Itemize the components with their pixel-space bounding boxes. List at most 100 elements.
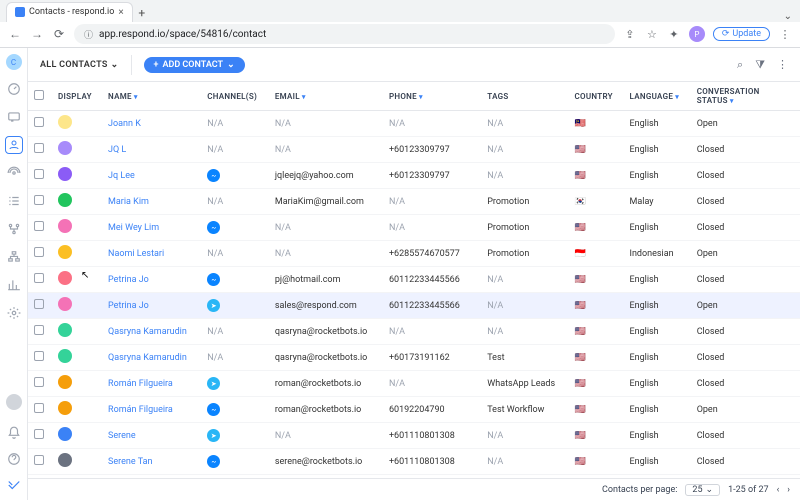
table-row[interactable]: Qasryna KamarudinN/Aqasryna@rocketbots.i… [28,345,800,371]
reports-icon[interactable] [5,276,23,294]
share-icon[interactable]: ⇪ [623,27,637,41]
table-row[interactable]: Qasryna KamarudinN/Aqasryna@rocketbots.i… [28,319,800,345]
profile-avatar[interactable]: P [689,26,705,42]
row-checkbox[interactable] [34,273,44,283]
dashboard-icon[interactable] [5,80,23,98]
col-phone[interactable]: PHONE▾ [383,82,481,111]
help-icon[interactable] [5,450,23,468]
col-name[interactable]: NAME▾ [102,82,201,111]
col-select[interactable] [28,82,52,111]
row-checkbox[interactable] [34,377,44,387]
row-checkbox[interactable] [34,143,44,153]
row-checkbox[interactable] [34,325,44,335]
new-tab-button[interactable]: + [133,4,151,22]
table-row[interactable]: JQ LN/AN/A+60123309797N/A🇺🇸EnglishClosed [28,137,800,163]
col-status[interactable]: CONVERSATION STATUS▾ [691,82,800,111]
contact-name-link[interactable]: Serene Tan [108,457,152,467]
table-row[interactable]: Mei Wey Lim~N/AN/APromotion🇺🇸EnglishClos… [28,215,800,241]
row-checkbox[interactable] [34,403,44,413]
workspace-switch[interactable]: C [6,54,22,70]
url-input[interactable]: ⓘ app.respond.io/space/54816/contact [74,24,615,44]
table-row[interactable]: Maria KimN/AMariaKim@gmail.comN/APromoti… [28,189,800,215]
messages-icon[interactable] [5,108,23,126]
prev-page-icon[interactable]: ‹ [777,485,780,495]
contact-name-link[interactable]: JQ L [108,145,126,155]
row-checkbox[interactable] [34,299,44,309]
broadcast-icon[interactable] [5,164,23,182]
contacts-icon[interactable] [5,136,23,154]
filter-icon[interactable]: ⧩ [755,58,765,72]
contact-name-link[interactable]: Joann K [108,119,141,129]
row-checkbox[interactable] [34,455,44,465]
contact-name-link[interactable]: Román Filgueira [108,379,173,389]
cell-phone: 601122334455​66 [383,267,481,293]
search-icon[interactable]: ⌕ [737,58,743,72]
row-checkbox[interactable] [34,169,44,179]
table-row[interactable]: Naomi LestariN/AN/A+6285574670577Promoti… [28,241,800,267]
checkbox[interactable] [34,90,44,100]
table-row[interactable]: Serene➤N/A+601110801308N/A🇺🇸EnglishClose… [28,423,800,449]
col-channels[interactable]: CHANNEL(S) [201,82,269,111]
table-row[interactable]: Petrina Jo~pj@hotmail.com601122334455​66… [28,267,800,293]
reload-icon[interactable]: ⟳ [52,27,66,41]
flag-icon: 🇲🇾 [574,119,585,129]
contact-name-link[interactable]: Mei Wey Lim [108,223,159,233]
col-country[interactable]: COUNTRY [568,82,623,111]
contact-name-link[interactable]: Qasryna Kamarudin [108,327,187,337]
settings-icon[interactable] [5,304,23,322]
chevron-down-icon[interactable]: ⌄ [784,11,792,22]
flag-icon: 🇺🇸 [574,223,585,233]
col-display[interactable]: DISPLAY [52,82,102,111]
cell-channel: ~ [201,397,269,423]
user-avatar[interactable] [6,394,22,410]
contact-name-link[interactable]: Petrina Jo [108,275,149,285]
row-checkbox[interactable] [34,195,44,205]
update-button[interactable]: ⟳ Update [713,27,770,41]
extensions-icon[interactable]: ✦ [667,27,681,41]
segment-dropdown[interactable]: ALL CONTACTS ⌄ [40,60,119,70]
back-icon[interactable]: ← [8,27,22,41]
table-row[interactable]: Joann KN/AN/AN/AN/A🇲🇾EnglishOpen [28,111,800,137]
workflow-icon[interactable] [5,220,23,238]
row-checkbox[interactable] [34,221,44,231]
contact-name-link[interactable]: Maria Kim [108,197,149,207]
row-checkbox[interactable] [34,351,44,361]
contact-name-link[interactable]: Qasryna Kamarudin [108,353,187,363]
contact-name-link[interactable]: Jq Lee [108,171,135,181]
contact-name-link[interactable]: Naomi Lestari [108,249,164,259]
kebab-menu-icon[interactable]: ⋮ [778,27,792,41]
bell-icon[interactable] [5,424,23,442]
table-row[interactable]: Petrina Jo➤sales@respond.com601122334455… [28,293,800,319]
table-row[interactable]: Román Filgueira~roman@rocketbots.io60192… [28,397,800,423]
contact-name-link[interactable]: Serene [108,431,136,441]
browser-tab[interactable]: Contacts - respond.io × [6,2,133,22]
org-icon[interactable] [5,248,23,266]
forward-icon[interactable]: → [30,27,44,41]
flag-icon: 🇺🇸 [574,275,585,285]
contact-name-link[interactable]: Petrina Jo [108,301,149,311]
next-page-icon[interactable]: › [787,485,790,495]
cell-status: Closed [691,163,800,189]
close-icon[interactable]: × [118,7,123,18]
add-contact-button[interactable]: + ADD CONTACT ⌄ [144,57,245,73]
contact-name-link[interactable]: Román Filgueira [108,405,173,415]
table-row[interactable]: Román Filgueira➤roman@rocketbots.ioN/AWh… [28,371,800,397]
contacts-table-wrap[interactable]: DISPLAY NAME▾ CHANNEL(S) EMAIL▾ PHONE▾ T… [28,82,800,478]
table-row[interactable]: Jq Lee~jqleejq@yahoo.com+60123309797N/A🇺… [28,163,800,189]
page-size-select[interactable]: 25⌄ [685,484,720,496]
pager-label: Contacts per page: [602,485,677,495]
row-checkbox[interactable] [34,247,44,257]
row-checkbox[interactable] [34,429,44,439]
cell-tags: N/A [481,293,568,319]
cell-country: 🇰🇷 [568,189,623,215]
kebab-menu-icon[interactable]: ⋮ [777,58,788,72]
col-language[interactable]: LANGUAGE▾ [624,82,691,111]
table-row[interactable]: Serene Tan~serene@rocketbots.io+60111080… [28,449,800,475]
col-tags[interactable]: TAGS [481,82,568,111]
list-icon[interactable] [5,192,23,210]
row-checkbox[interactable] [34,117,44,127]
col-email[interactable]: EMAIL▾ [269,82,383,111]
cell-phone: N/A [383,371,481,397]
star-icon[interactable]: ☆ [645,27,659,41]
cell-channel: N/A [201,111,269,137]
